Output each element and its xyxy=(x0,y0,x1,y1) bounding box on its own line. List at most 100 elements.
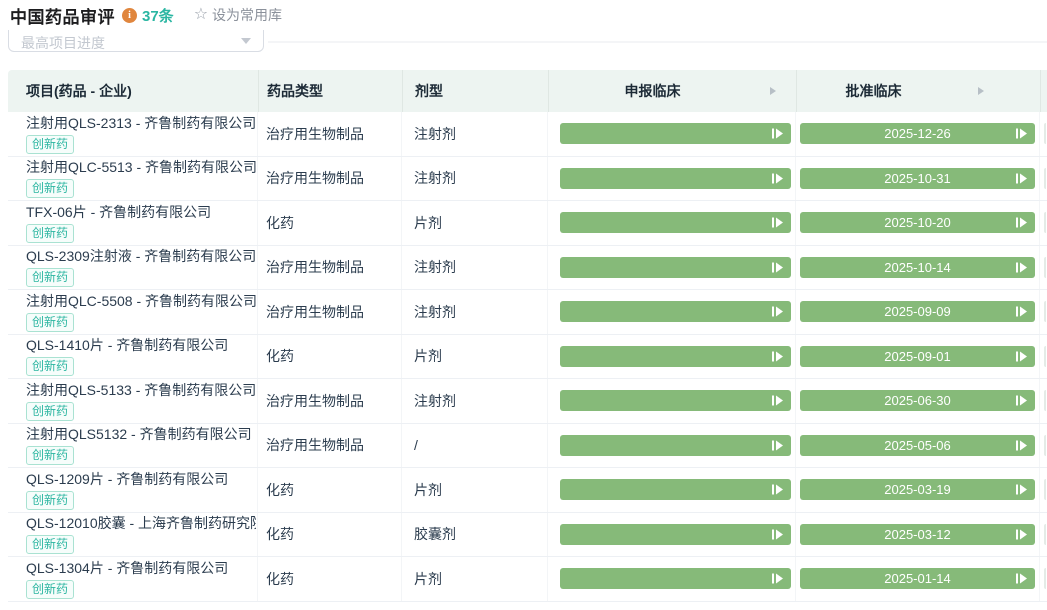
clipped-next-stage-bar[interactable] xyxy=(1044,435,1046,456)
clipped-next-stage-bar[interactable] xyxy=(1044,524,1046,545)
step-forward-icon xyxy=(772,573,783,584)
step-forward-icon xyxy=(772,217,783,228)
declare-clinical-cell xyxy=(547,424,795,468)
drug-type-cell: 治疗用生物制品 xyxy=(257,246,401,290)
approve-clinical-date: 2025-09-01 xyxy=(884,349,951,364)
table-row[interactable]: QLS-1410片 - 齐鲁制药有限公司 创新药 化药 片剂 2025-09-0… xyxy=(8,335,1047,380)
table-body: 注射用QLS-2313 - 齐鲁制药有限公司 创新药 治疗用生物制品 注射剂 2… xyxy=(8,112,1047,602)
dosage-form-cell: 注射剂 xyxy=(401,157,547,201)
approve-clinical-bar[interactable]: 2025-03-12 xyxy=(800,524,1035,545)
clipped-next-stage-bar[interactable] xyxy=(1044,168,1046,189)
drug-type-cell: 化药 xyxy=(257,513,401,557)
approve-clinical-date: 2025-10-14 xyxy=(884,260,951,275)
innovation-drug-badge: 创新药 xyxy=(26,580,74,599)
expand-right-icon[interactable] xyxy=(978,87,984,95)
clipped-next-stage-bar[interactable] xyxy=(1044,479,1046,500)
approve-clinical-date: 2025-03-19 xyxy=(884,482,951,497)
table-row[interactable]: 注射用QLC-5513 - 齐鲁制药有限公司 创新药 治疗用生物制品 注射剂 2… xyxy=(8,157,1047,202)
approve-clinical-cell: 2025-10-20 xyxy=(795,201,1039,245)
table-header: 项目(药品 - 企业) 药品类型 剂型 申报临床 批准临床 xyxy=(8,70,1047,112)
star-icon: ☆ xyxy=(194,7,208,23)
declare-clinical-bar[interactable] xyxy=(560,479,791,500)
drug-type-cell: 化药 xyxy=(257,201,401,245)
project-name: QLS-1209片 - 齐鲁制药有限公司 xyxy=(26,470,228,488)
table-row[interactable]: 注射用QLS-2313 - 齐鲁制药有限公司 创新药 治疗用生物制品 注射剂 2… xyxy=(8,112,1047,157)
clipped-next-stage-bar[interactable] xyxy=(1044,212,1046,233)
table-row[interactable]: QLS-1209片 - 齐鲁制药有限公司 创新药 化药 片剂 2025-03-1… xyxy=(8,468,1047,513)
declare-clinical-bar[interactable] xyxy=(560,346,791,367)
info-icon[interactable]: i xyxy=(122,8,137,23)
dosage-form-cell: / xyxy=(401,424,547,468)
clipped-next-stage-cell xyxy=(1039,557,1046,601)
progress-filter-value: 最高项目进度 xyxy=(21,33,105,53)
table-row[interactable]: QLS-12010胶囊 - 上海齐鲁制药研究院 创新药 化药 胶囊剂 2025-… xyxy=(8,513,1047,558)
approve-clinical-cell: 2025-09-01 xyxy=(795,335,1039,379)
progress-filter-select[interactable]: 最高项目进度 xyxy=(8,30,264,52)
declare-clinical-bar[interactable] xyxy=(560,301,791,322)
approve-clinical-bar[interactable]: 2025-10-31 xyxy=(800,168,1035,189)
innovation-drug-badge: 创新药 xyxy=(26,357,74,376)
project-cell: TFX-06片 - 齐鲁制药有限公司 创新药 xyxy=(8,201,258,245)
declare-clinical-bar[interactable] xyxy=(560,168,791,189)
clipped-next-stage-cell xyxy=(1039,112,1046,156)
declare-clinical-bar[interactable] xyxy=(560,123,791,144)
approve-clinical-date: 2025-12-26 xyxy=(884,126,951,141)
declare-clinical-cell xyxy=(547,335,795,379)
step-forward-icon xyxy=(772,262,783,273)
approve-clinical-bar[interactable]: 2025-10-20 xyxy=(800,212,1035,233)
expand-right-icon[interactable] xyxy=(770,87,776,95)
approve-clinical-cell: 2025-06-30 xyxy=(795,379,1039,423)
declare-clinical-bar[interactable] xyxy=(560,524,791,545)
approve-clinical-bar[interactable]: 2025-01-14 xyxy=(800,568,1035,589)
project-cell: QLS-2309注射液 - 齐鲁制药有限公司 创新药 xyxy=(8,246,258,290)
column-header-label: 剂型 xyxy=(415,81,443,101)
project-cell: QLS-1209片 - 齐鲁制药有限公司 创新药 xyxy=(8,468,258,512)
clipped-next-stage-bar[interactable] xyxy=(1044,346,1046,367)
table-row[interactable]: QLS-2309注射液 - 齐鲁制药有限公司 创新药 治疗用生物制品 注射剂 2… xyxy=(8,246,1047,291)
declare-clinical-bar[interactable] xyxy=(560,390,791,411)
approve-clinical-bar[interactable]: 2025-09-01 xyxy=(800,346,1035,367)
declare-clinical-bar[interactable] xyxy=(560,212,791,233)
declare-clinical-cell xyxy=(547,513,795,557)
approve-clinical-cell: 2025-05-06 xyxy=(795,424,1039,468)
approve-clinical-bar[interactable]: 2025-05-06 xyxy=(800,435,1035,456)
approve-clinical-bar[interactable]: 2025-12-26 xyxy=(800,123,1035,144)
innovation-drug-badge: 创新药 xyxy=(26,135,74,154)
project-name: 注射用QLS-2313 - 齐鲁制药有限公司 xyxy=(26,114,256,132)
toolbar-divider xyxy=(268,41,1047,43)
innovation-drug-badge: 创新药 xyxy=(26,446,74,465)
project-cell: 注射用QLC-5508 - 齐鲁制药有限公司 创新药 xyxy=(8,290,258,334)
drug-type-cell: 化药 xyxy=(257,468,401,512)
table-row[interactable]: TFX-06片 - 齐鲁制药有限公司 创新药 化药 片剂 2025-10-20 xyxy=(8,201,1047,246)
dosage-form-cell: 注射剂 xyxy=(401,112,547,156)
column-header-project: 项目(药品 - 企业) xyxy=(8,70,258,112)
approve-clinical-bar[interactable]: 2025-09-09 xyxy=(800,301,1035,322)
clipped-next-stage-bar[interactable] xyxy=(1044,301,1046,322)
project-cell: 注射用QLC-5513 - 齐鲁制药有限公司 创新药 xyxy=(8,157,258,201)
review-table: 项目(药品 - 企业) 药品类型 剂型 申报临床 批准临床 注射用QLS-231… xyxy=(8,70,1047,602)
approve-clinical-bar[interactable]: 2025-10-14 xyxy=(800,257,1035,278)
table-row[interactable]: 注射用QLS5132 - 齐鲁制药有限公司 创新药 治疗用生物制品 / 2025… xyxy=(8,424,1047,469)
table-row[interactable]: 注射用QLS-5133 - 齐鲁制药有限公司 创新药 治疗用生物制品 注射剂 2… xyxy=(8,379,1047,424)
clipped-next-stage-bar[interactable] xyxy=(1044,568,1046,589)
approve-clinical-bar[interactable]: 2025-06-30 xyxy=(800,390,1035,411)
clipped-next-stage-bar[interactable] xyxy=(1044,257,1046,278)
clipped-next-stage-bar[interactable] xyxy=(1044,390,1046,411)
declare-clinical-bar[interactable] xyxy=(560,568,791,589)
declare-clinical-bar[interactable] xyxy=(560,257,791,278)
clipped-next-stage-cell xyxy=(1039,424,1046,468)
approve-clinical-date: 2025-03-12 xyxy=(884,527,951,542)
table-row[interactable]: QLS-1304片 - 齐鲁制药有限公司 创新药 化药 片剂 2025-01-1… xyxy=(8,557,1047,602)
project-name: 注射用QLC-5508 - 齐鲁制药有限公司 xyxy=(26,292,256,310)
drug-type-cell: 化药 xyxy=(257,335,401,379)
project-name: QLS-1410片 - 齐鲁制药有限公司 xyxy=(26,336,228,354)
declare-clinical-cell xyxy=(547,557,795,601)
approve-clinical-bar[interactable]: 2025-03-19 xyxy=(800,479,1035,500)
top-bar: 中国药品审评 i 37条 ☆ 设为常用库 xyxy=(0,0,1047,30)
declare-clinical-bar[interactable] xyxy=(560,435,791,456)
table-row[interactable]: 注射用QLC-5508 - 齐鲁制药有限公司 创新药 治疗用生物制品 注射剂 2… xyxy=(8,290,1047,335)
set-favorite-button[interactable]: ☆ 设为常用库 xyxy=(194,5,282,25)
clipped-next-stage-cell xyxy=(1039,468,1046,512)
project-cell: 注射用QLS-5133 - 齐鲁制药有限公司 创新药 xyxy=(8,379,258,423)
clipped-next-stage-bar[interactable] xyxy=(1044,123,1046,144)
